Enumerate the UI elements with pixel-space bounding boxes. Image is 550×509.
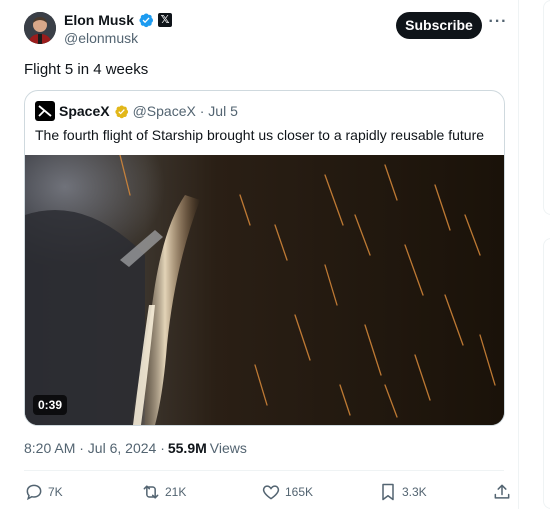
author-handle[interactable]: @elonmusk <box>64 30 138 46</box>
author-display-name[interactable]: Elon Musk <box>64 12 134 28</box>
tweet-article[interactable]: Elon Musk 𝕏 @elonmusk Subscribe ··· Flig… <box>8 0 518 509</box>
action-bar: 7K 21K 165K 3.3K <box>24 480 510 504</box>
author-avatar[interactable] <box>24 12 56 44</box>
share-icon <box>492 482 512 502</box>
timeline-right-border <box>518 0 519 509</box>
share-button[interactable] <box>492 480 512 504</box>
quote-author-name: SpaceX <box>59 103 110 119</box>
x-affiliate-icon: 𝕏 <box>158 13 173 27</box>
tweet-timestamp-row: 8:20 AM · Jul 6, 2024 · 55.9M Views <box>24 440 247 456</box>
gold-verified-badge-icon <box>114 104 129 119</box>
reply-button[interactable]: 7K <box>24 480 63 504</box>
repost-count: 21K <box>165 485 187 499</box>
more-horizontal-icon[interactable]: ··· <box>488 14 508 34</box>
views-label: Views <box>209 440 247 456</box>
like-button[interactable]: 165K <box>261 480 313 504</box>
action-bar-divider <box>24 470 504 471</box>
heart-icon <box>261 482 281 502</box>
sidebar-card-edge <box>543 0 550 215</box>
video-duration-badge: 0:39 <box>33 395 68 415</box>
quote-handle-date: @SpaceX · Jul 5 <box>132 103 238 119</box>
reply-icon <box>24 482 44 502</box>
tweet-time[interactable]: 8:20 AM · Jul 6, 2024 · <box>24 440 165 456</box>
like-count: 165K <box>285 485 314 499</box>
video-player[interactable]: 0:39 <box>25 155 504 425</box>
views-count: 55.9M <box>167 440 207 456</box>
quoted-tweet[interactable]: SpaceX @SpaceX · Jul 5 The fourth flight… <box>24 90 505 426</box>
quote-header: SpaceX @SpaceX · Jul 5 <box>35 101 238 121</box>
verified-badge-icon <box>138 12 154 28</box>
author-name-row: Elon Musk 𝕏 <box>64 11 173 29</box>
quote-text: The fourth flight of Starship brought us… <box>35 127 485 143</box>
tweet-text: Flight 5 in 4 weeks <box>24 61 149 78</box>
bookmark-button[interactable]: 3.3K <box>378 480 427 504</box>
repost-button[interactable]: 21K <box>141 480 186 504</box>
spacex-avatar-icon <box>35 101 55 121</box>
sidebar-card-edge <box>543 238 550 509</box>
reply-count: 7K <box>48 485 63 499</box>
bookmark-icon <box>378 482 398 502</box>
subscribe-button[interactable]: Subscribe <box>396 12 482 39</box>
bookmark-count: 3.3K <box>402 485 427 499</box>
repost-icon <box>141 482 161 502</box>
